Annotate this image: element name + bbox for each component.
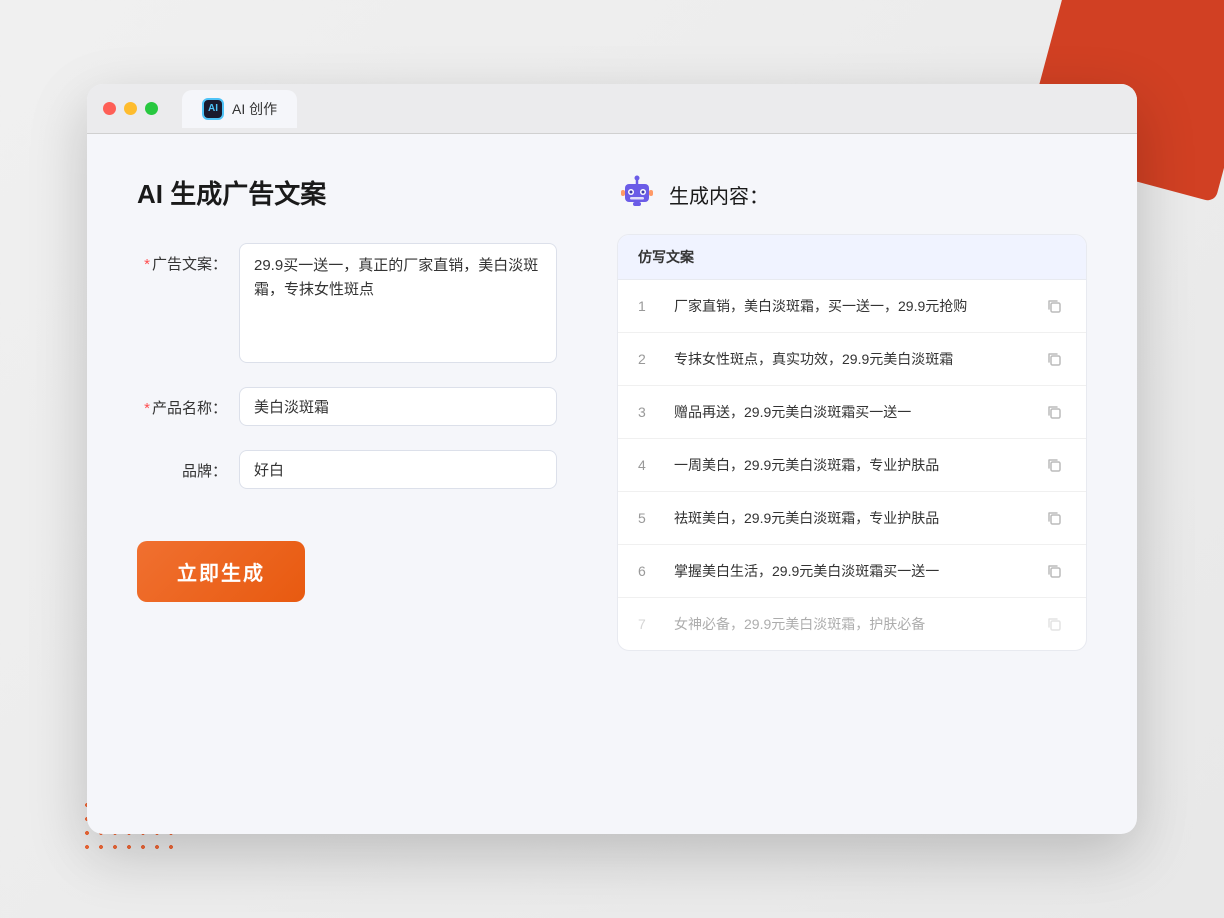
result-text: 掌握美白生活，29.9元美白淡斑霜买一送一 [674, 561, 1026, 582]
results-list: 1 厂家直销，美白淡斑霜，买一送一，29.9元抢购 2 专抹女性斑点，真实功效，29.… [618, 280, 1086, 650]
result-number: 3 [638, 404, 658, 420]
copy-button[interactable] [1042, 453, 1066, 477]
result-text: 厂家直销，美白淡斑霜，买一送一，29.9元抢购 [674, 296, 1026, 317]
copy-button[interactable] [1042, 559, 1066, 583]
form-row-product-name: *产品名称： [137, 387, 557, 426]
browser-tab-ai[interactable]: AI AI 创作 [182, 90, 297, 128]
results-table-header: 仿写文案 [618, 235, 1086, 280]
brand-label: 品牌： [137, 450, 227, 481]
tab-label: AI 创作 [232, 99, 277, 119]
result-number: 2 [638, 351, 658, 367]
result-row: 6 掌握美白生活，29.9元美白淡斑霜买一送一 [618, 545, 1086, 598]
result-number: 5 [638, 510, 658, 526]
copy-button[interactable] [1042, 400, 1066, 424]
browser-content: AI 生成广告文案 *广告文案： 29.9买一送一，真正的厂家直销，美白淡斑霜，… [87, 134, 1137, 834]
result-row: 1 厂家直销，美白淡斑霜，买一送一，29.9元抢购 [618, 280, 1086, 333]
form-row-ad-copy: *广告文案： 29.9买一送一，真正的厂家直销，美白淡斑霜，专抹女性斑点 [137, 243, 557, 363]
result-row: 3 赠品再送，29.9元美白淡斑霜买一送一 [618, 386, 1086, 439]
tab-area: AI AI 创作 [182, 90, 297, 128]
left-panel: AI 生成广告文案 *广告文案： 29.9买一送一，真正的厂家直销，美白淡斑霜，… [137, 174, 557, 794]
result-number: 1 [638, 298, 658, 314]
result-row: 2 专抹女性斑点，真实功效，29.9元美白淡斑霜 [618, 333, 1086, 386]
robot-icon [617, 174, 657, 214]
ad-copy-required: * [144, 256, 150, 273]
result-row: 7 女神必备，29.9元美白淡斑霜，护肤必备 [618, 598, 1086, 650]
traffic-light-red[interactable] [103, 102, 116, 115]
results-header-title: 生成内容： [669, 180, 769, 209]
traffic-light-yellow[interactable] [124, 102, 137, 115]
ai-tab-icon: AI [202, 98, 224, 120]
right-header: 生成内容： [617, 174, 1087, 214]
right-panel: 生成内容： 仿写文案 1 厂家直销，美白淡斑霜，买一送一，29.9元抢购 2 专抹女性… [617, 174, 1087, 794]
result-number: 6 [638, 563, 658, 579]
result-number: 7 [638, 616, 658, 632]
browser-window: AI AI 创作 AI 生成广告文案 *广告文案： 29.9买一送一，真正的厂家… [87, 84, 1137, 834]
result-row: 5 祛斑美白，29.9元美白淡斑霜，专业护肤品 [618, 492, 1086, 545]
copy-button[interactable] [1042, 506, 1066, 530]
copy-button[interactable] [1042, 612, 1066, 636]
ad-copy-input[interactable]: 29.9买一送一，真正的厂家直销，美白淡斑霜，专抹女性斑点 [239, 243, 557, 363]
ad-copy-label: *广告文案： [137, 243, 227, 274]
product-name-input[interactable] [239, 387, 557, 426]
brand-input[interactable] [239, 450, 557, 489]
browser-titlebar: AI AI 创作 [87, 84, 1137, 134]
product-name-required: * [144, 400, 150, 417]
result-text: 女神必备，29.9元美白淡斑霜，护肤必备 [674, 614, 1026, 635]
page-title: AI 生成广告文案 [137, 174, 557, 211]
copy-button[interactable] [1042, 347, 1066, 371]
copy-button[interactable] [1042, 294, 1066, 318]
traffic-light-green[interactable] [145, 102, 158, 115]
generate-button[interactable]: 立即生成 [137, 541, 305, 602]
result-text: 祛斑美白，29.9元美白淡斑霜，专业护肤品 [674, 508, 1026, 529]
result-text: 专抹女性斑点，真实功效，29.9元美白淡斑霜 [674, 349, 1026, 370]
result-row: 4 一周美白，29.9元美白淡斑霜，专业护肤品 [618, 439, 1086, 492]
form-row-brand: 品牌： [137, 450, 557, 489]
results-table: 仿写文案 1 厂家直销，美白淡斑霜，买一送一，29.9元抢购 2 专抹女性斑点，真实功… [617, 234, 1087, 651]
result-number: 4 [638, 457, 658, 473]
result-text: 赠品再送，29.9元美白淡斑霜买一送一 [674, 402, 1026, 423]
product-name-label: *产品名称： [137, 387, 227, 418]
result-text: 一周美白，29.9元美白淡斑霜，专业护肤品 [674, 455, 1026, 476]
